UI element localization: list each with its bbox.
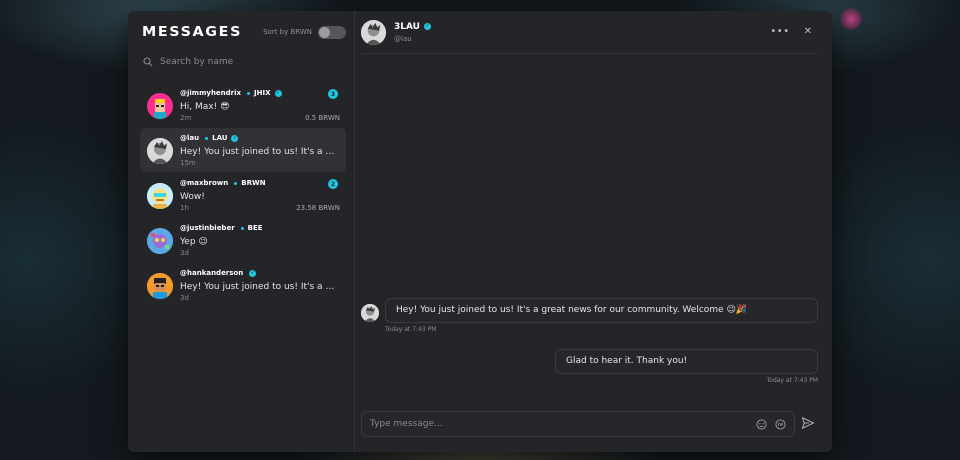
- outgoing-message: Glad to hear it. Thank you! Today at 7:4…: [555, 349, 818, 384]
- chat-header: 3LAU ✓ @lau ••• ✕: [361, 11, 818, 54]
- conversation-meta: 3d: [180, 294, 340, 302]
- conversation-item-lau[interactable]: @lau LAU ✓ Hey! You just joined to us! I…: [140, 128, 346, 172]
- conversation-handle: @maxbrown: [180, 179, 229, 187]
- conversation-header: @justinbieber BEE: [180, 222, 340, 234]
- separator-dot: [247, 91, 251, 95]
- conversation-meta: 2m 0.5 BRWN: [180, 114, 340, 122]
- sidebar-header: MESSAGES Sort by BRWN: [140, 11, 354, 53]
- conversation-item-justinbieber[interactable]: @justinbieber BEE Yep 😉 3d: [140, 218, 346, 262]
- unread-badge: 2: [328, 179, 338, 189]
- message-timestamp: Today at 7:43 PM: [766, 377, 818, 384]
- emoji-icon[interactable]: [756, 418, 767, 430]
- chat-avatar[interactable]: [361, 19, 386, 45]
- message-bubble: Hey! You just joined to us! It's a great…: [385, 298, 818, 323]
- incoming-message-content: Hey! You just joined to us! It's a great…: [385, 298, 818, 333]
- avatar: [147, 183, 173, 209]
- token-label: JHIX: [254, 89, 271, 97]
- verified-icon: ✓: [231, 134, 239, 142]
- conversation-time: 2m: [180, 114, 192, 122]
- conversation-time: 3d: [180, 294, 189, 302]
- conversation-handle: @justinbieber: [180, 224, 235, 232]
- conversation-meta: 3d: [180, 249, 340, 257]
- message-preview: Hey! You just joined to us! It's a gre..…: [180, 282, 340, 292]
- avatar: [147, 228, 173, 254]
- chat-identity: 3LAU ✓ @lau: [394, 22, 431, 43]
- conversation-item-maxbrown[interactable]: @maxbrown BRWN Wow! 1h 23.58 BRWN 2: [140, 173, 346, 217]
- verified-icon: ✓: [424, 23, 431, 30]
- conversation-meta: 15m: [180, 159, 340, 167]
- message-preview: Wow!: [180, 192, 205, 202]
- sort-label: Sort by BRWN: [263, 28, 312, 36]
- incoming-message: Hey! You just joined to us! It's a great…: [361, 298, 818, 333]
- conversation-handle: @lau: [180, 134, 200, 142]
- avatar: [147, 138, 173, 164]
- conversation-time: 15m: [180, 159, 196, 167]
- chat-name: 3LAU: [394, 21, 420, 32]
- separator-dot: [234, 181, 238, 185]
- conversation-body: @jimmyhendrix JHIX ✓ Hi, Max! 😎 2m 0.5 B…: [180, 87, 340, 123]
- background-avatar-blur: [840, 8, 862, 30]
- conversation-body: @lau LAU ✓ Hey! You just joined to us! I…: [180, 132, 340, 168]
- separator-dot: [240, 226, 244, 230]
- conversation-body: @maxbrown BRWN Wow! 1h 23.58 BRWN: [180, 177, 340, 213]
- conversation-time: 3d: [180, 249, 189, 257]
- more-options-icon[interactable]: •••: [770, 27, 789, 37]
- search-bar[interactable]: Search by name: [140, 53, 354, 71]
- conversation-list: @jimmyhendrix JHIX ✓ Hi, Max! 😎 2m 0.5 B…: [140, 83, 346, 307]
- messages-modal: MESSAGES Sort by BRWN Search by name @ji…: [128, 11, 832, 452]
- message-preview: Yep 😉: [180, 237, 208, 247]
- verified-icon: ✓: [274, 89, 282, 97]
- message-composer: [361, 411, 795, 437]
- conversation-item-jimmyhendrix[interactable]: @jimmyhendrix JHIX ✓ Hi, Max! 😎 2m 0.5 B…: [140, 83, 346, 127]
- conversation-header: @lau LAU ✓: [180, 132, 340, 144]
- close-icon[interactable]: ✕: [804, 27, 812, 37]
- token-label: BEE: [247, 224, 263, 232]
- conversation-body: @justinbieber BEE Yep 😉 3d: [180, 222, 340, 258]
- avatar: [147, 93, 173, 119]
- composer-icons: [756, 418, 786, 430]
- conversation-amount: 23.58 BRWN: [296, 204, 340, 212]
- conversation-header: @jimmyhendrix JHIX ✓: [180, 87, 340, 99]
- toggle-knob: [319, 26, 330, 38]
- conversation-item-hankanderson[interactable]: @hankanderson ✓ Hey! You just joined to …: [140, 263, 346, 307]
- message-bubble: Glad to hear it. Thank you!: [555, 349, 818, 374]
- message-preview: Hi, Max! 😎: [180, 102, 230, 112]
- avatar: [147, 273, 173, 299]
- separator-dot: [205, 136, 209, 140]
- gif-icon[interactable]: [775, 418, 786, 430]
- chat-name-row: 3LAU ✓: [394, 22, 431, 32]
- header-actions: ••• ✕: [770, 27, 812, 37]
- conversation-handle: @hankanderson: [180, 269, 244, 277]
- sender-avatar: [361, 304, 379, 322]
- message-input[interactable]: [370, 419, 756, 429]
- conversation-meta: 1h 23.58 BRWN: [180, 204, 340, 212]
- conversation-handle: @jimmyhendrix: [180, 89, 242, 97]
- conversation-header: @hankanderson ✓: [180, 267, 340, 279]
- search-input[interactable]: Search by name: [160, 57, 233, 67]
- conversation-sidebar: MESSAGES Sort by BRWN Search by name @ji…: [128, 11, 355, 452]
- conversation-amount: 0.5 BRWN: [305, 114, 340, 122]
- chat-handle: @lau: [394, 34, 412, 43]
- messages-title: MESSAGES: [142, 24, 243, 40]
- conversation-body: @hankanderson ✓ Hey! You just joined to …: [180, 267, 340, 303]
- conversation-header: @maxbrown BRWN: [180, 177, 340, 189]
- verified-icon: ✓: [249, 269, 257, 277]
- unread-badge: 3: [328, 89, 338, 99]
- send-icon[interactable]: [801, 416, 815, 430]
- chat-panel: 3LAU ✓ @lau ••• ✕ Hey! You just joined t…: [355, 11, 832, 452]
- token-label: LAU: [212, 134, 228, 142]
- token-label: BRWN: [241, 179, 266, 187]
- search-icon: [143, 57, 153, 67]
- message-preview: Hey! You just joined to us! It's a gre..…: [180, 147, 340, 157]
- sort-control: Sort by BRWN: [263, 25, 346, 39]
- sort-toggle[interactable]: [318, 25, 346, 39]
- conversation-time: 1h: [180, 204, 189, 212]
- message-timestamp: Today at 7:43 PM: [385, 326, 437, 333]
